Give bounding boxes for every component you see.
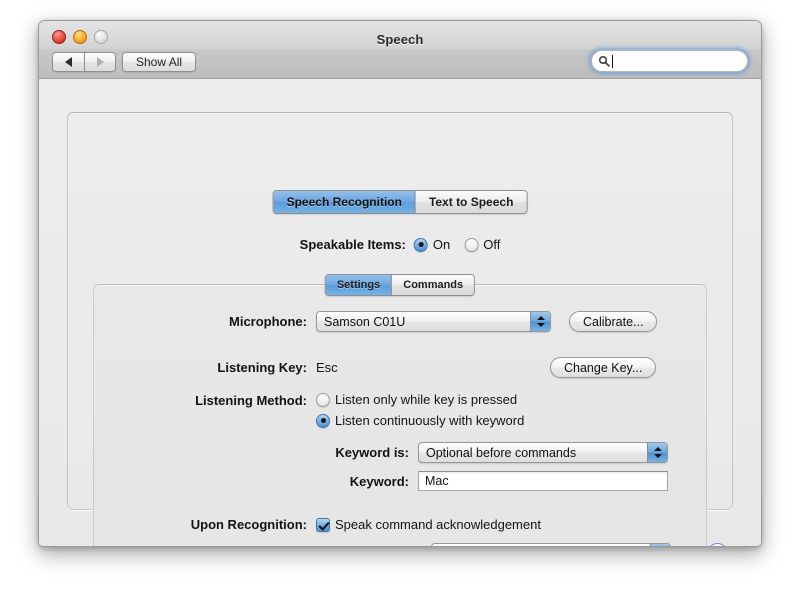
listen-continuously-label: Listen continuously with keyword [335, 413, 525, 428]
speech-preferences-window: Speech Show All Speech Recognition Text … [38, 20, 762, 547]
play-sound-stepper-icon[interactable] [650, 544, 670, 546]
speakable-items-on-label: On [432, 237, 451, 252]
listening-method-row: Listening Method: Listen only while key … [174, 392, 684, 428]
search-icon [598, 55, 610, 67]
keyword-input[interactable]: Mac [418, 471, 668, 491]
listen-while-key-pressed-option[interactable]: Listen only while key is pressed [316, 392, 524, 407]
keyword-is-stepper-icon[interactable] [647, 443, 667, 462]
radio-listen-continuous-icon[interactable] [316, 413, 330, 428]
tab-settings[interactable]: Settings [325, 275, 393, 295]
search-input[interactable] [591, 50, 748, 72]
navigation-button-group [52, 52, 116, 72]
tab-speech-recognition[interactable]: Speech Recognition [273, 191, 416, 213]
search-text-caret [612, 54, 613, 68]
chevron-up-icon [536, 316, 545, 320]
forward-arrow-icon [96, 57, 104, 67]
microphone-select[interactable]: Samson C01U [316, 311, 551, 332]
tab-commands[interactable]: Commands [392, 275, 475, 295]
play-sound-label: Play this sound: [279, 546, 422, 547]
forward-button[interactable] [84, 52, 116, 72]
chevron-up-icon [653, 447, 662, 451]
play-sound-select[interactable]: Tink [431, 543, 671, 548]
speak-acknowledgement-label: Speak command acknowledgement [335, 517, 541, 532]
search-field-wrapper [589, 48, 750, 74]
chevron-down-icon [653, 454, 662, 458]
speakable-items-row: Speakable Items: On Off [300, 237, 501, 252]
help-button[interactable]: ? [707, 543, 728, 546]
listen-continuously-option[interactable]: Listen continuously with keyword [316, 413, 524, 428]
listen-while-key-pressed-label: Listen only while key is pressed [335, 392, 518, 407]
keyword-label: Keyword: [349, 473, 409, 489]
listening-key-value: Esc [316, 360, 338, 375]
play-sound-value: Tink [432, 547, 650, 548]
microphone-row: Microphone: Samson C01U Calibrate... [174, 311, 684, 332]
speakable-items-label: Speakable Items: [299, 237, 406, 252]
speakable-items-off-option[interactable]: Off [464, 237, 500, 252]
speakable-items-off-label: Off [483, 237, 501, 252]
microphone-label: Microphone: [229, 314, 307, 329]
radio-on-icon[interactable] [413, 237, 428, 252]
speak-acknowledgement-option[interactable]: Speak command acknowledgement [316, 517, 541, 532]
main-tab-bar: Speech Recognition Text to Speech [272, 190, 528, 214]
calibrate-button[interactable]: Calibrate... [569, 311, 658, 332]
keyword-value: Mac [425, 474, 449, 488]
keyword-is-select[interactable]: Optional before commands [418, 442, 668, 463]
microphone-stepper-icon[interactable] [530, 312, 550, 331]
upon-recognition-label: Upon Recognition: [190, 517, 307, 532]
checkbox-speak-acknowledgement-icon[interactable] [316, 517, 330, 532]
radio-listen-key-icon[interactable] [316, 392, 330, 407]
listening-method-label: Listening Method: [195, 393, 307, 408]
listening-key-label: Listening Key: [217, 360, 307, 375]
speakable-items-on-option[interactable]: On [413, 237, 451, 252]
window-titlebar: Speech Show All [39, 21, 761, 79]
back-button[interactable] [52, 52, 84, 72]
back-arrow-icon [65, 57, 72, 67]
settings-tab-bar: Settings Commands [324, 274, 476, 296]
keyword-is-value: Optional before commands [426, 445, 577, 460]
keyword-is-row: Keyword is: Optional before commands [279, 442, 689, 463]
preferences-content: Speech Recognition Text to Speech Speaka… [39, 79, 761, 548]
tab-text-to-speech[interactable]: Text to Speech [415, 191, 527, 213]
play-sound-row: Play this sound: Tink [279, 543, 689, 548]
keyword-is-label: Keyword is: [335, 445, 409, 460]
change-key-button[interactable]: Change Key... [550, 357, 657, 378]
window-title: Speech [376, 32, 424, 47]
chevron-down-icon [536, 323, 545, 327]
microphone-value: Samson C01U [324, 314, 406, 329]
show-all-button[interactable]: Show All [122, 52, 197, 72]
listening-method-options: Listen only while key is pressed Listen … [316, 392, 524, 428]
radio-off-icon[interactable] [464, 237, 479, 252]
keyword-row: Keyword: Mac [279, 471, 689, 491]
upon-recognition-row: Upon Recognition: Speak command acknowle… [174, 517, 684, 532]
listening-key-row: Listening Key: Esc Change Key... [174, 357, 684, 378]
